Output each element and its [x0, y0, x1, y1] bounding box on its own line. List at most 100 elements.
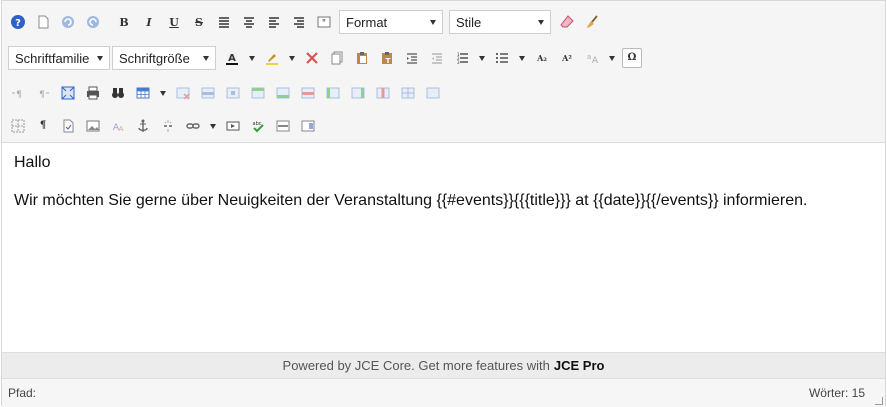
resize-handle-icon[interactable]	[875, 397, 883, 405]
text-color-dropdown[interactable]	[247, 48, 257, 68]
delete-table-button[interactable]	[173, 83, 193, 103]
bold-button[interactable]: B	[114, 12, 134, 32]
status-bar: Pfad: Wörter: 15	[2, 379, 885, 407]
source-code-icon	[63, 119, 74, 133]
pilcrow-icon: ¶	[39, 120, 47, 131]
delete-row-icon	[301, 87, 315, 99]
unlink-button[interactable]	[158, 116, 178, 136]
subscript-button[interactable]: A₂	[532, 48, 552, 68]
paste-button[interactable]	[352, 48, 372, 68]
align-justify-button[interactable]	[214, 12, 234, 32]
bullet-list-button[interactable]	[492, 48, 512, 68]
styles-button[interactable]: AA	[108, 116, 128, 136]
align-center-button[interactable]	[239, 12, 259, 32]
strikethrough-button[interactable]: S	[189, 12, 209, 32]
align-left-button[interactable]	[264, 12, 284, 32]
print-button[interactable]	[83, 83, 103, 103]
spellcheck-button[interactable]: abc	[248, 116, 268, 136]
table-cell-icon	[226, 87, 240, 99]
chevron-down-icon	[203, 55, 209, 61]
indent-icon	[407, 53, 417, 64]
superscript-icon: A²	[562, 53, 572, 63]
cut-button[interactable]	[302, 48, 322, 68]
style-select[interactable]: Stile	[449, 10, 551, 34]
font-size-change-dropdown[interactable]	[607, 48, 617, 68]
superscript-button[interactable]: A²	[557, 48, 577, 68]
insert-row-after-icon	[276, 87, 290, 99]
copy-button[interactable]	[327, 48, 347, 68]
delete-table-icon	[176, 87, 190, 100]
outdent-button[interactable]	[427, 48, 447, 68]
merge-cells-button[interactable]	[423, 83, 443, 103]
svg-text:3: 3	[457, 60, 460, 65]
paste-icon	[357, 52, 367, 64]
link-icon	[186, 123, 200, 129]
italic-button[interactable]: I	[139, 12, 159, 32]
visual-aid-button[interactable]	[8, 116, 28, 136]
link-button[interactable]	[183, 116, 203, 136]
redo-button[interactable]	[83, 12, 103, 32]
insert-table-button[interactable]	[133, 83, 153, 103]
insert-column-before-icon	[326, 87, 340, 99]
bullet-list-dropdown[interactable]	[517, 48, 527, 68]
clean-up-button[interactable]	[582, 12, 602, 32]
horizontal-rule-button[interactable]	[273, 116, 293, 136]
svg-text:A: A	[228, 53, 236, 64]
font-family-select-value: Schriftfamilie	[15, 50, 90, 66]
insert-table-dropdown[interactable]	[158, 83, 168, 103]
fullscreen-icon	[61, 86, 75, 100]
undo-button[interactable]	[58, 12, 78, 32]
subscript-icon: A₂	[537, 53, 547, 63]
editor-content[interactable]: Hallo Wir möchten Sie gerne über Neuigke…	[2, 143, 885, 351]
highlight-color-dropdown[interactable]	[287, 48, 297, 68]
underline-icon: U	[169, 15, 179, 29]
table-cell-props-button[interactable]	[223, 83, 243, 103]
anchor-icon	[138, 119, 148, 132]
split-cells-button[interactable]	[398, 83, 418, 103]
highlight-color-button[interactable]	[262, 48, 282, 68]
special-character-button[interactable]: Ω	[622, 48, 642, 68]
style-icon: AA	[113, 123, 124, 133]
table-row-props-button[interactable]	[198, 83, 218, 103]
help-icon: ?	[11, 15, 25, 29]
link-dropdown[interactable]	[208, 116, 218, 136]
insert-image-button[interactable]	[83, 116, 103, 136]
numbered-list-dropdown[interactable]	[477, 48, 487, 68]
source-code-button[interactable]	[58, 116, 78, 136]
insert-box-button[interactable]	[298, 116, 318, 136]
remove-format-button[interactable]	[557, 12, 577, 32]
show-blocks-button[interactable]: ¶	[33, 116, 53, 136]
new-document-button[interactable]	[33, 12, 53, 32]
fullscreen-button[interactable]	[58, 83, 78, 103]
paste-text-button[interactable]: T	[377, 48, 397, 68]
insert-column-after-button[interactable]	[348, 83, 368, 103]
help-button[interactable]: ?	[8, 12, 28, 32]
align-right-button[interactable]	[289, 12, 309, 32]
insert-row-after-button[interactable]	[273, 83, 293, 103]
delete-column-button[interactable]	[373, 83, 393, 103]
rtl-button[interactable]: ¶	[33, 83, 53, 103]
font-size-change-button[interactable]: aA	[582, 48, 602, 68]
ltr-button[interactable]: ¶	[8, 83, 28, 103]
toolbar-row-3: ¶ ¶	[8, 80, 448, 106]
font-size-select-value: Schriftgröße	[119, 50, 190, 66]
jce-pro-link[interactable]: JCE Pro	[554, 358, 605, 373]
format-select[interactable]: Format	[339, 10, 443, 34]
search-replace-button[interactable]	[108, 83, 128, 103]
svg-text:A: A	[592, 56, 599, 66]
insert-row-before-button[interactable]	[248, 83, 268, 103]
delete-row-button[interactable]	[298, 83, 318, 103]
blockquote-button[interactable]: "	[314, 12, 334, 32]
text-color-button[interactable]: A	[222, 48, 242, 68]
font-family-select[interactable]: Schriftfamilie	[8, 46, 110, 70]
paste-text-icon: T	[382, 52, 392, 65]
anchor-button[interactable]	[133, 116, 153, 136]
insert-column-before-button[interactable]	[323, 83, 343, 103]
split-cells-icon	[401, 87, 415, 99]
font-size-select[interactable]: Schriftgröße	[112, 46, 216, 70]
indent-button[interactable]	[402, 48, 422, 68]
media-button[interactable]	[223, 116, 243, 136]
underline-button[interactable]: U	[164, 12, 184, 32]
numbered-list-button[interactable]: 123	[452, 48, 472, 68]
insert-row-before-icon	[251, 87, 265, 99]
